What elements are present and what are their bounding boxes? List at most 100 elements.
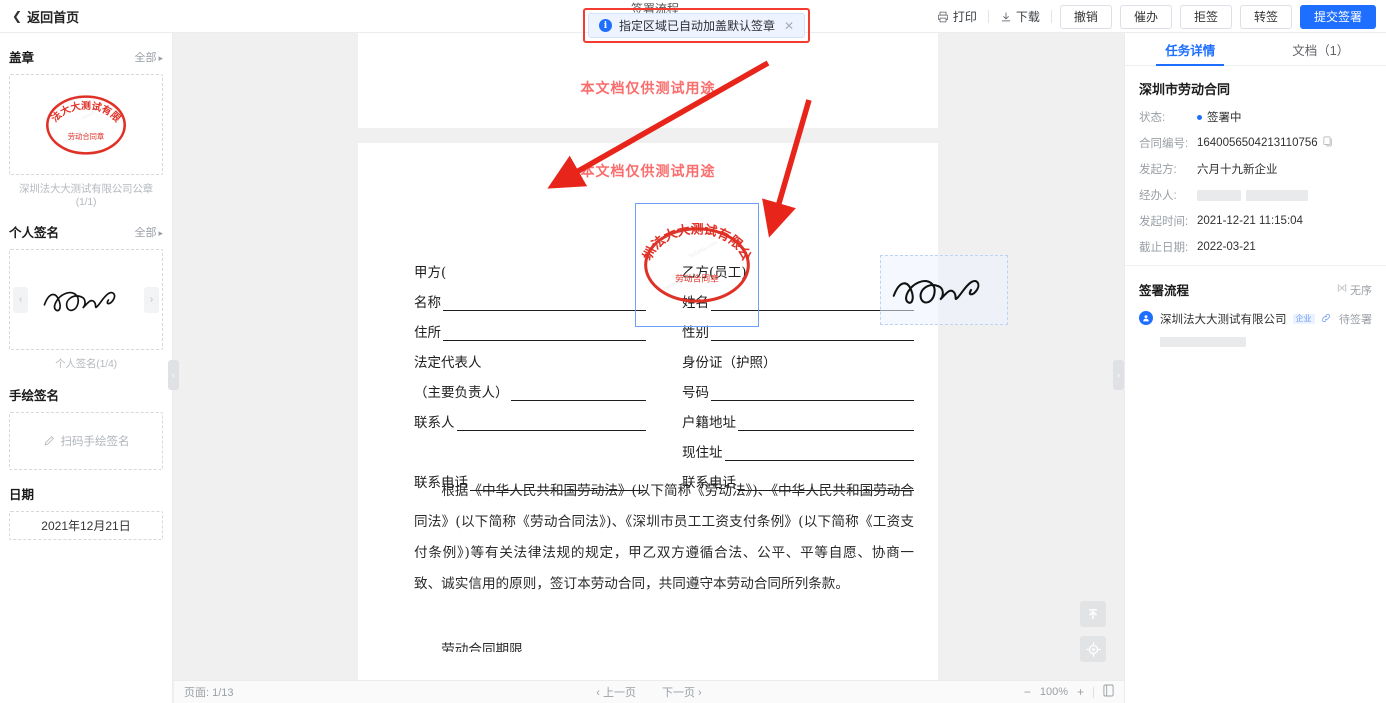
redacted-block — [1197, 189, 1241, 201]
printer-icon — [937, 11, 949, 23]
seal-thumbnail[interactable]: 深圳法大大测试有限公司 劳动合同章 fadada.com fadada.com … — [9, 74, 163, 175]
detail-value: 2022-03-21 — [1197, 241, 1256, 253]
back-to-home-button[interactable]: ❮ 返回首页 — [12, 7, 79, 26]
zoom-in-button[interactable]: + — [1077, 685, 1084, 699]
signing-flow-header: 签署流程 无序 — [1125, 266, 1386, 299]
personal-signature-thumbnail[interactable]: ‹ › — [9, 249, 163, 350]
field-label: 号码 — [682, 385, 709, 401]
chevron-right-icon: ▸ — [158, 227, 163, 238]
field-row-name: 名称 — [414, 281, 646, 311]
right-panel-tabs: 任务详情 文档（1） — [1125, 33, 1386, 66]
detail-row-contract-number: 合同编号: 1640056504213110756 — [1139, 135, 1372, 151]
date-stamp-value[interactable]: 2021年12月21日 — [9, 511, 163, 540]
tab-documents[interactable]: 文档（1） — [1256, 33, 1386, 65]
signer-status: 待签署 — [1339, 314, 1372, 326]
signing-flow-main: 深圳法大大测试有限公司 企业 待签署 — [1160, 310, 1372, 352]
copy-icon[interactable] — [1323, 136, 1333, 150]
detail-row-deadline: 截止日期: 2022-03-21 — [1139, 239, 1372, 255]
fit-page-icon — [1103, 684, 1114, 697]
field-row-legal-rep: 法定代表人 — [414, 341, 646, 371]
prev-signature-button[interactable]: ‹ — [13, 286, 28, 313]
print-button[interactable]: 打印 — [926, 6, 988, 28]
detail-row-handler: 经办人: — [1139, 187, 1372, 203]
reject-sign-button[interactable]: 拒签 — [1179, 4, 1232, 29]
close-icon[interactable]: ✕ — [784, 19, 794, 33]
locate-signature-button[interactable] — [1080, 636, 1106, 662]
detail-key: 发起时间: — [1139, 216, 1189, 228]
field-row-contact-person: 联系人 — [414, 401, 646, 431]
chevron-left-icon: ❮ — [12, 9, 23, 23]
signing-flow-title: 签署流程 — [1139, 284, 1190, 298]
field-row-address: 住所 — [414, 311, 646, 341]
signing-flow-mode-label: 无序 — [1350, 284, 1372, 297]
signing-flow-item[interactable]: 深圳法大大测试有限公司 企业 待签署 — [1125, 299, 1386, 352]
detail-value — [1197, 189, 1308, 201]
chevron-right-icon: ▸ — [158, 52, 163, 63]
field-underline — [738, 418, 914, 431]
contract-preamble-paragraph: 根据《中华人民共和国劳动法》(以下简称《劳动法》)、《中华人民共和国劳动合同法》… — [414, 483, 914, 592]
watermark-top: 本文档仅供测试用途 — [580, 81, 716, 97]
submit-sign-button[interactable]: 提交签署 — [1299, 4, 1376, 29]
download-icon — [1000, 11, 1012, 23]
left-panel-collapse-handle[interactable]: ‹ — [168, 360, 179, 390]
document-viewer[interactable]: 本文档仅供测试用途 本文档仅供测试用途 甲方( 名称 住所 法定代表人 （主要负… — [174, 33, 1124, 703]
signing-flow-name-row: 深圳法大大测试有限公司 企业 待签署 — [1160, 310, 1372, 328]
company-seal-stamp: 深圳法大大测试有限公司 劳动合同章 fadada.com fadada.com … — [43, 82, 129, 168]
bottombar-divider — [1093, 686, 1094, 698]
back-to-home-label: 返回首页 — [27, 9, 80, 25]
scroll-to-top-icon — [1089, 609, 1097, 620]
page-nav: ‹ 上一页 下一页 › — [596, 684, 701, 700]
field-label: 名称 — [414, 295, 441, 311]
urge-button[interactable]: 催办 — [1119, 4, 1172, 29]
field-label: 联系人 — [414, 415, 455, 431]
placed-personal-signature-widget[interactable] — [880, 255, 1008, 325]
detail-key: 发起方: — [1139, 164, 1177, 176]
link-icon[interactable] — [1321, 310, 1331, 328]
right-panel-collapse-handle[interactable]: › — [1113, 360, 1124, 390]
detail-key: 合同编号: — [1139, 138, 1189, 150]
transfer-sign-button[interactable]: 转签 — [1239, 4, 1292, 29]
detail-row-initiate-time: 发起时间: 2021-12-21 11:15:04 — [1139, 213, 1372, 229]
target-icon — [1085, 641, 1101, 657]
task-details-body: 深圳市劳动合同 状态: 签署中 合同编号: 164005650421311075… — [1125, 66, 1386, 255]
field-label: 现住址 — [682, 445, 723, 461]
zoom-out-button[interactable]: − — [1024, 685, 1031, 699]
tab-task-details[interactable]: 任务详情 — [1125, 33, 1256, 65]
field-row-household-address: 户籍地址 — [682, 401, 914, 431]
placed-company-seal-widget[interactable]: 深圳法大大测试有限公司 劳动合同章 fadada.com fadada.com … — [635, 203, 759, 327]
scroll-to-top-button[interactable] — [1080, 601, 1106, 627]
detail-value: 签署中 — [1197, 109, 1242, 125]
next-signature-button[interactable]: › — [144, 286, 159, 313]
placed-seal-svg: 深圳法大大测试有限公司 劳动合同章 fadada.com fadada.com … — [638, 223, 754, 303]
detail-value: 2021-12-21 11:15:04 — [1197, 215, 1303, 227]
field-label: 身份证（护照） — [682, 355, 777, 371]
status-dot-icon — [1197, 114, 1202, 120]
personal-sign-section-title: 个人签名 — [9, 226, 60, 240]
personal-sign-view-all-link[interactable]: 全部 ▸ — [134, 224, 163, 240]
personal-sign-caption: 个人签名(1/4) — [55, 358, 117, 370]
notification-message: 指定区域已自动加盖默认签章 — [619, 19, 776, 33]
detail-row-status: 状态: 签署中 — [1139, 109, 1372, 125]
detail-key: 经办人: — [1139, 190, 1177, 202]
scan-to-handwrite-button[interactable]: 扫码手绘签名 — [9, 412, 163, 470]
field-underline — [711, 388, 914, 401]
field-underline — [456, 418, 646, 431]
print-label: 打印 — [952, 10, 977, 24]
field-underline — [724, 448, 914, 461]
revoke-button[interactable]: 撤销 — [1059, 4, 1112, 29]
download-button[interactable]: 下载 — [989, 6, 1051, 28]
field-row-idnumber: 号码 — [682, 371, 914, 401]
document-page-previous: 本文档仅供测试用途 — [358, 33, 938, 128]
field-row-current-address: 现住址 — [682, 431, 914, 461]
zoom-level-label: 100% — [1039, 686, 1068, 698]
seal-view-all-link[interactable]: 全部 ▸ — [134, 49, 163, 65]
fit-page-button[interactable] — [1103, 684, 1114, 700]
next-page-button[interactable]: 下一页 › — [662, 684, 702, 700]
prev-page-button[interactable]: ‹ 上一页 — [596, 684, 636, 700]
info-icon: i — [599, 19, 612, 32]
signer-name: 深圳法大大测试有限公司 — [1160, 314, 1287, 326]
seal-section-title: 盖章 — [9, 51, 35, 65]
handwrite-section-title: 手绘签名 — [9, 389, 60, 403]
party-a-column: 甲方( 名称 住所 法定代表人 （主要负责人） 联系人 联系电话 — [414, 251, 646, 491]
page-indicator: 页面: 1/13 — [184, 687, 234, 699]
